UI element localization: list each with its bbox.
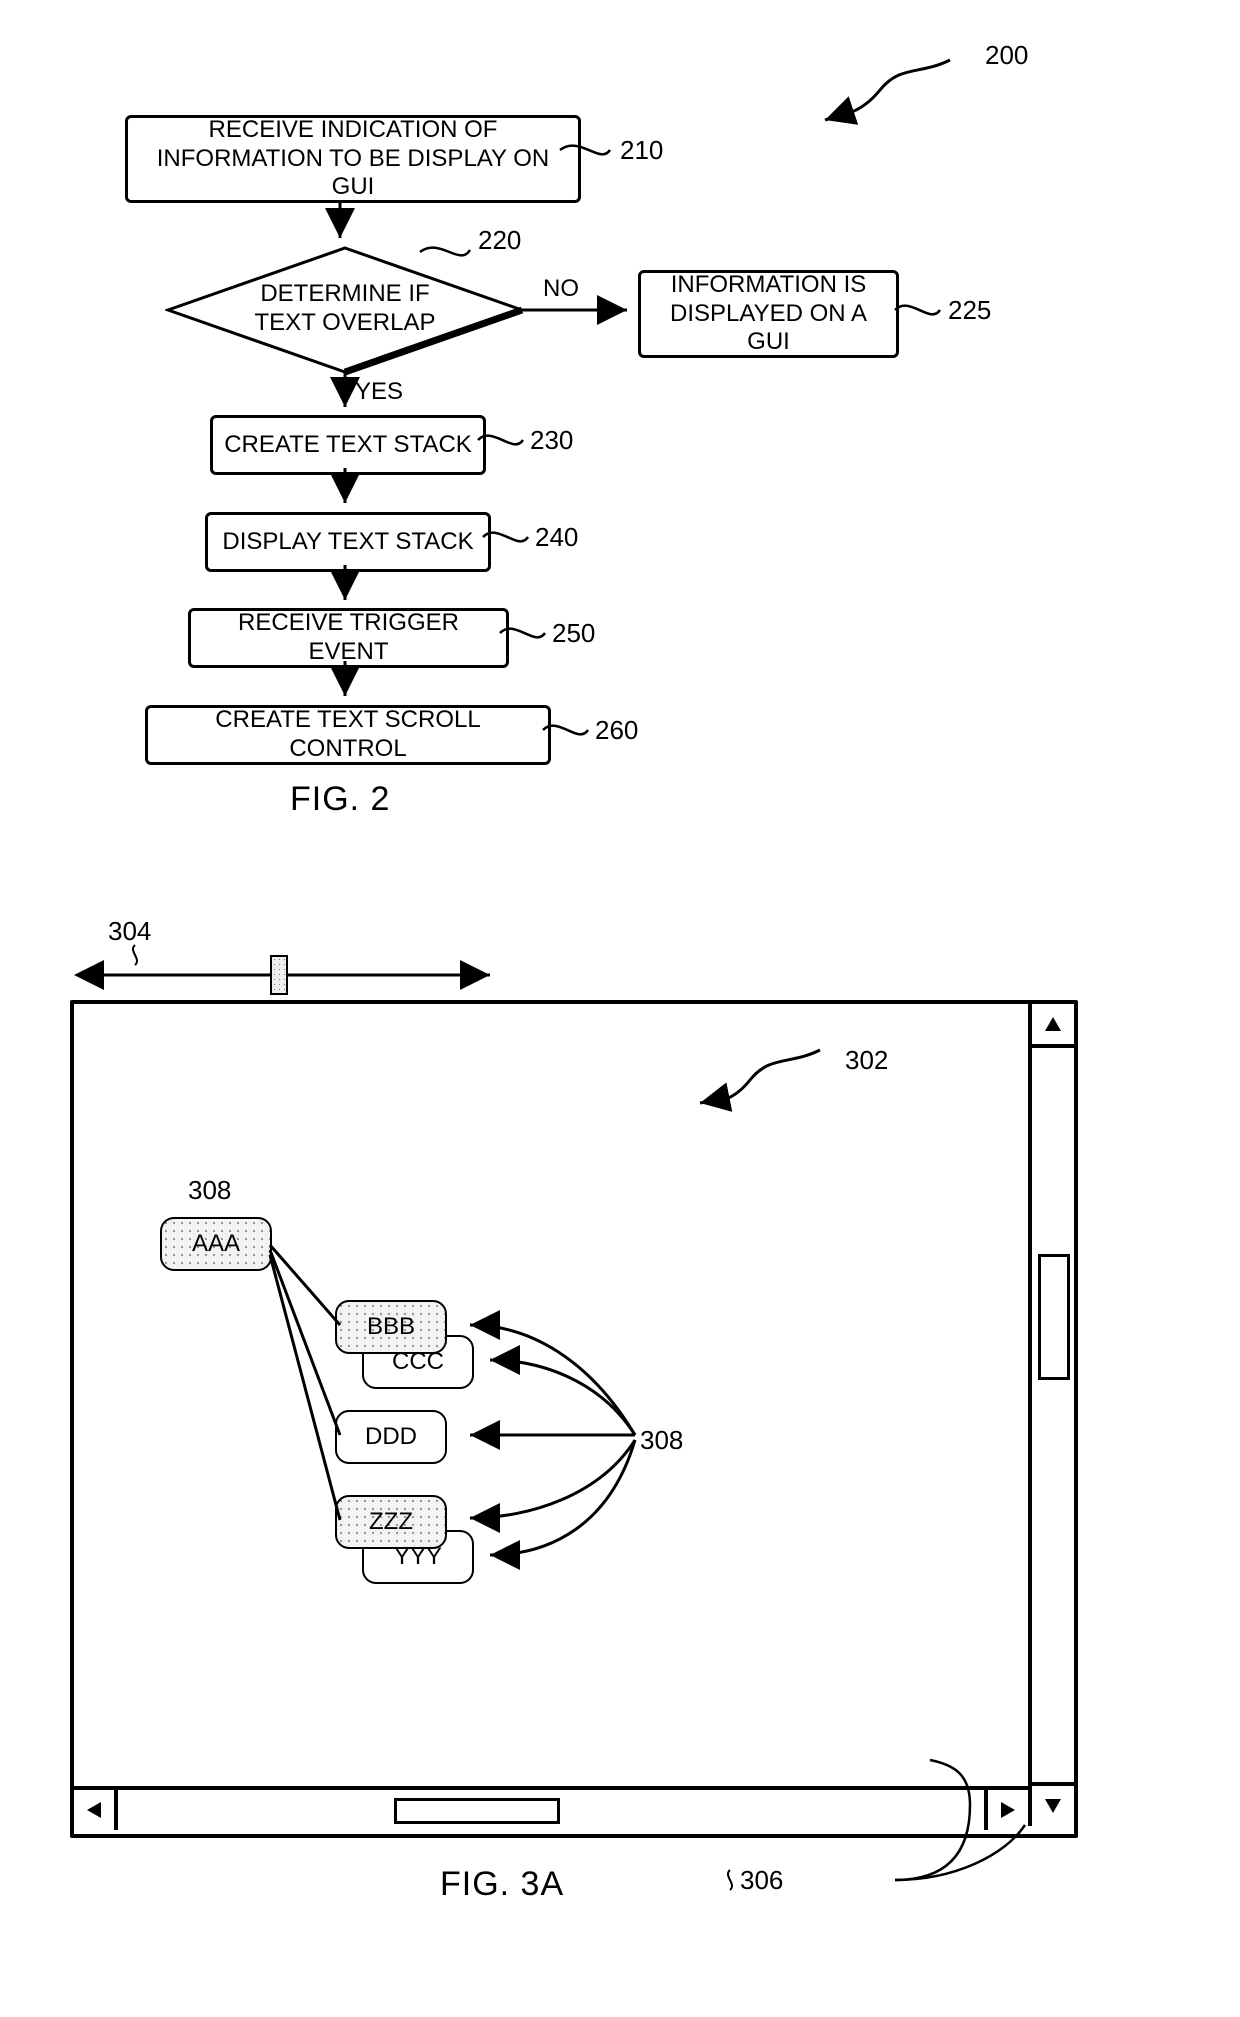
v-scroll-thumb[interactable] <box>1038 1254 1070 1380</box>
flow-step-225: INFORMATION IS DISPLAYED ON A GUI <box>638 270 899 358</box>
ref-306: 306 <box>740 1865 783 1896</box>
flow-decision-220: DETERMINE IF TEXT OVERLAP <box>235 280 455 338</box>
ref-308-left: 308 <box>188 1175 231 1206</box>
flow-step-210: RECEIVE INDICATION OF INFORMATION TO BE … <box>125 115 581 203</box>
ref-260: 260 <box>595 715 638 746</box>
scroll-up-button[interactable] <box>1032 1004 1074 1048</box>
ref-200: 200 <box>985 40 1028 71</box>
branch-yes: YES <box>355 378 403 406</box>
flow-step-240: DISPLAY TEXT STACK <box>205 512 491 572</box>
scroll-left-button[interactable] <box>74 1790 118 1830</box>
fig2-caption: FIG. 2 <box>290 780 390 819</box>
ref-250: 250 <box>552 618 595 649</box>
node-aaa[interactable]: AAA <box>160 1217 272 1271</box>
ref-210: 210 <box>620 135 663 166</box>
horizontal-scrollbar[interactable] <box>74 1786 1028 1830</box>
ref-225: 225 <box>948 295 991 326</box>
flow-step-260: CREATE TEXT SCROLL CONTROL <box>145 705 551 765</box>
slider-thumb[interactable] <box>270 955 288 995</box>
h-scroll-thumb[interactable] <box>394 1798 560 1824</box>
flow-step-250: RECEIVE TRIGGER EVENT <box>188 608 509 668</box>
branch-no: NO <box>543 275 579 303</box>
ref-220: 220 <box>478 225 521 256</box>
vertical-scrollbar[interactable] <box>1028 1004 1074 1826</box>
fig3a-caption: FIG. 3A <box>440 1865 564 1904</box>
flow-step-230: CREATE TEXT STACK <box>210 415 486 475</box>
ref-302: 302 <box>845 1045 888 1076</box>
ref-240: 240 <box>535 522 578 553</box>
ref-304: 304 <box>108 916 151 947</box>
ref-230: 230 <box>530 425 573 456</box>
